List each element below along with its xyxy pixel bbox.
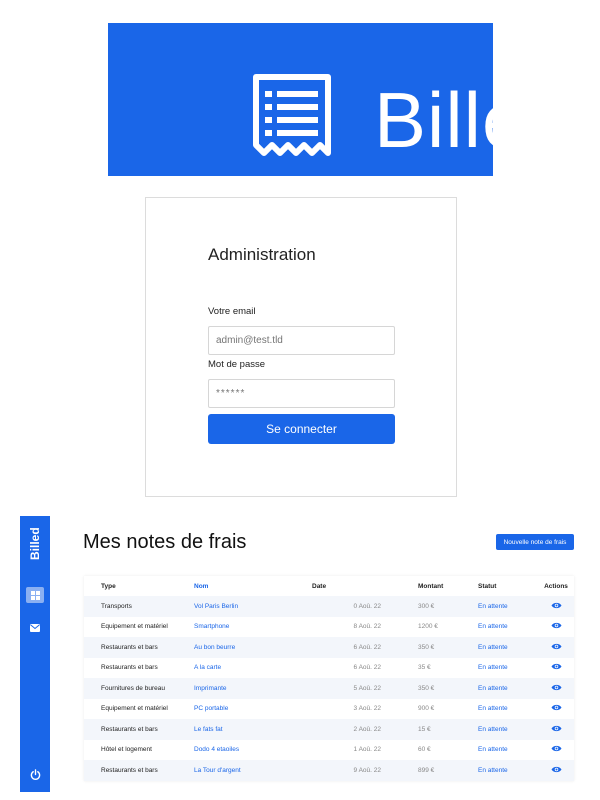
bill-date: 6 Aoû. 22 bbox=[311, 637, 381, 658]
login-card: Administration Votre email Mot de passe … bbox=[145, 197, 457, 497]
bill-date: 5 Aoû. 22 bbox=[311, 678, 381, 699]
password-label: Mot de passe bbox=[208, 359, 266, 370]
sidebar: Billed bbox=[20, 516, 50, 792]
eye-icon[interactable] bbox=[551, 704, 562, 713]
table-header-row: Type Nom Date Montant Statut Actions bbox=[84, 576, 574, 596]
bill-status: En attente bbox=[478, 623, 508, 631]
bill-status: En attente bbox=[444, 760, 512, 781]
eye-icon[interactable] bbox=[551, 684, 562, 693]
logo-banner: Billed bbox=[108, 23, 570, 176]
bill-status: En attente bbox=[444, 596, 512, 617]
column-header-actions: Actions bbox=[544, 582, 568, 590]
bill-type: Transports bbox=[84, 596, 194, 617]
power-icon bbox=[30, 768, 40, 780]
table-row: Equipement et matériel Smartphone 8 Aoû.… bbox=[84, 617, 574, 638]
bill-status: En attente bbox=[478, 746, 508, 754]
login-title: Administration bbox=[208, 245, 316, 264]
page-title: Mes notes de frais bbox=[83, 531, 247, 553]
bills-table-body: Transports Vol Paris Berlin 0 Aoû. 22 30… bbox=[84, 596, 574, 781]
bill-amount: 900 € bbox=[418, 705, 435, 713]
sidebar-item-bills[interactable] bbox=[26, 587, 44, 603]
bill-name: Smartphone bbox=[194, 623, 230, 631]
bill-type: Equipement et matériel bbox=[101, 705, 168, 713]
column-header-statut: Statut bbox=[478, 582, 497, 590]
bill-type: Restaurants et bars bbox=[84, 719, 194, 740]
eye-icon[interactable] bbox=[551, 766, 562, 775]
logout-button[interactable] bbox=[26, 766, 44, 782]
table-row: Restaurants et bars Le fats fat 2 Aoû. 2… bbox=[84, 719, 574, 740]
eye-icon[interactable] bbox=[551, 602, 562, 611]
bill-date: 1 Aoû. 22 bbox=[353, 746, 381, 754]
bill-name: Vol Paris Berlin bbox=[194, 596, 311, 617]
bill-name: Imprimante bbox=[194, 678, 311, 699]
column-header-nom: Nom bbox=[194, 582, 209, 590]
bill-date: 6 Aoû. 22 bbox=[353, 664, 381, 672]
email-label: Votre email bbox=[208, 306, 256, 317]
bill-type: Restaurants et bars bbox=[84, 637, 194, 658]
bills-table: Type Nom Date Montant Statut Actions Tra… bbox=[84, 576, 574, 781]
bill-amount: 899 € bbox=[381, 760, 444, 781]
bill-date: 2 Aoû. 22 bbox=[311, 719, 381, 740]
column-header-montant: Montant bbox=[418, 582, 444, 590]
bill-type: Hôtel et logement bbox=[101, 746, 152, 754]
column-header-date: Date bbox=[312, 582, 327, 590]
bill-status: En attente bbox=[444, 678, 512, 699]
bill-amount: 1200 € bbox=[418, 623, 438, 631]
column-header-type: Type bbox=[101, 582, 116, 590]
email-field[interactable] bbox=[208, 326, 395, 355]
new-bill-button[interactable]: Nouvelle note de frais bbox=[496, 534, 574, 550]
table-row: Hôtel et logement Dodo 4 etaoiles 1 Aoû.… bbox=[84, 740, 574, 761]
bill-status: En attente bbox=[444, 719, 512, 740]
eye-icon[interactable] bbox=[551, 663, 562, 672]
bill-date: 0 Aoû. 22 bbox=[311, 596, 381, 617]
table-row: Restaurants et bars La Tour d'argent 9 A… bbox=[84, 760, 574, 781]
bill-name: Au bon beurre bbox=[194, 637, 311, 658]
login-button[interactable]: Se connecter bbox=[208, 414, 395, 444]
bill-amount: 15 € bbox=[381, 719, 444, 740]
bill-name: PC portable bbox=[194, 705, 229, 713]
bill-type: Equipement et matériel bbox=[101, 623, 168, 631]
bill-amount: 300 € bbox=[381, 596, 444, 617]
bill-date: 8 Aoû. 22 bbox=[353, 623, 381, 631]
eye-icon[interactable] bbox=[551, 643, 562, 652]
bill-status: En attente bbox=[478, 664, 508, 672]
bill-amount: 350 € bbox=[381, 637, 444, 658]
bill-amount: 35 € bbox=[418, 664, 431, 672]
bill-date: 3 Aoû. 22 bbox=[353, 705, 381, 713]
receipt-icon bbox=[253, 74, 331, 156]
table-row: Transports Vol Paris Berlin 0 Aoû. 22 30… bbox=[84, 596, 574, 617]
brand-name: Billed bbox=[374, 76, 571, 164]
bill-name: A la carte bbox=[194, 664, 222, 672]
bill-amount: 350 € bbox=[381, 678, 444, 699]
eye-icon[interactable] bbox=[551, 622, 562, 631]
bill-type: Fournitures de bureau bbox=[84, 678, 194, 699]
window-icon bbox=[30, 590, 40, 600]
sidebar-brand: Billed bbox=[28, 527, 42, 561]
table-row: Restaurants et bars Au bon beurre 6 Aoû.… bbox=[84, 637, 574, 658]
bill-name: Le fats fat bbox=[194, 719, 311, 740]
table-row: Equipement et matériel PC portable 3 Aoû… bbox=[84, 699, 574, 720]
eye-icon[interactable] bbox=[551, 725, 562, 734]
bill-status: En attente bbox=[444, 637, 512, 658]
bill-amount: 60 € bbox=[418, 746, 431, 754]
bill-name: Dodo 4 etaoiles bbox=[194, 746, 240, 754]
sidebar-item-mail[interactable] bbox=[26, 620, 44, 636]
eye-icon[interactable] bbox=[551, 745, 562, 754]
password-field[interactable] bbox=[208, 379, 395, 408]
table-row: Restaurants et bars A la carte 6 Aoû. 22… bbox=[84, 658, 574, 679]
bill-name: La Tour d'argent bbox=[194, 760, 311, 781]
bill-date: 9 Aoû. 22 bbox=[311, 760, 381, 781]
mail-icon bbox=[30, 624, 40, 632]
bill-type: Restaurants et bars bbox=[84, 760, 194, 781]
bill-status: En attente bbox=[478, 705, 508, 713]
bill-type: Restaurants et bars bbox=[101, 664, 158, 672]
table-row: Fournitures de bureau Imprimante 5 Aoû. … bbox=[84, 678, 574, 699]
